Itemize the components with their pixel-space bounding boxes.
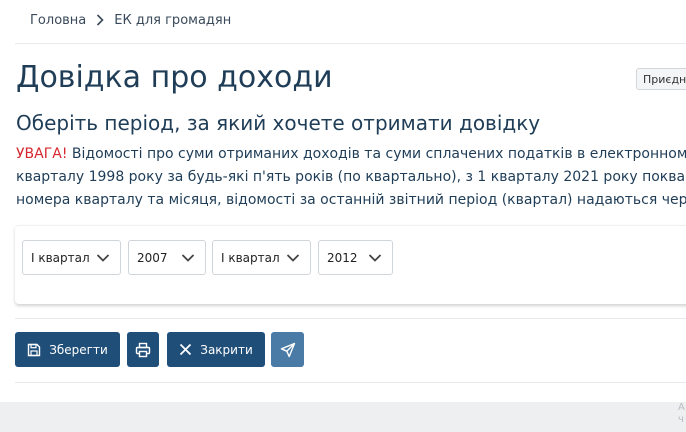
divider (15, 43, 686, 44)
close-button[interactable]: Закрити (167, 332, 265, 367)
divider (15, 318, 686, 319)
select-value: 2007 (137, 250, 168, 265)
send-icon (280, 342, 296, 358)
close-icon (179, 343, 192, 356)
breadcrumb-home-link[interactable]: Головна (30, 13, 86, 28)
select-value: І квартал (31, 250, 90, 265)
send-button[interactable] (271, 332, 304, 367)
page-subtitle: Оберіть період, за який хочете отримати … (16, 111, 541, 135)
warning-label: УВАГА! (16, 146, 68, 162)
select-value: І квартал (221, 250, 280, 265)
to-quarter-select[interactable]: І квартал (212, 240, 311, 275)
floppy-disk-icon (27, 343, 41, 357)
save-button-label: Зберегти (49, 342, 108, 357)
page-title: Довідка про доходи (16, 60, 333, 95)
footer-ghost-text: А ч (678, 402, 685, 426)
chevron-right-icon (96, 14, 104, 26)
warning-line: номера кварталу та місяця, відомості за … (16, 192, 686, 208)
from-year-select[interactable]: 2007 (128, 240, 206, 275)
save-button[interactable]: Зберегти (15, 332, 120, 367)
printer-icon (135, 342, 151, 358)
warning-text: Відомості про суми отриманих доходів та … (67, 146, 686, 162)
from-quarter-select[interactable]: І квартал (22, 240, 121, 275)
divider (15, 382, 686, 383)
chevron-down-icon (181, 251, 195, 268)
print-button[interactable] (127, 332, 159, 367)
chevron-down-icon (368, 251, 382, 268)
breadcrumb: Головна ЕК для громадян (30, 10, 231, 30)
to-year-select[interactable]: 2012 (318, 240, 393, 275)
footer-ghost-line: ч (678, 414, 684, 425)
chevron-down-icon (286, 251, 300, 268)
warning-line: кварталу 1998 року за будь-які п'ять рок… (16, 169, 686, 185)
attach-badge[interactable]: Приєдна (636, 68, 686, 90)
warning-line: УВАГА! Відомості про суми отриманих дохо… (16, 143, 686, 166)
select-value: 2012 (327, 250, 358, 265)
page-footer: А ч (0, 402, 686, 432)
footer-ghost-line: А (678, 402, 685, 413)
close-button-label: Закрити (200, 342, 253, 357)
breadcrumb-current[interactable]: ЕК для громадян (114, 13, 231, 28)
chevron-down-icon (96, 251, 110, 268)
warning-notice: УВАГА! Відомості про суми отриманих дохо… (16, 143, 686, 212)
